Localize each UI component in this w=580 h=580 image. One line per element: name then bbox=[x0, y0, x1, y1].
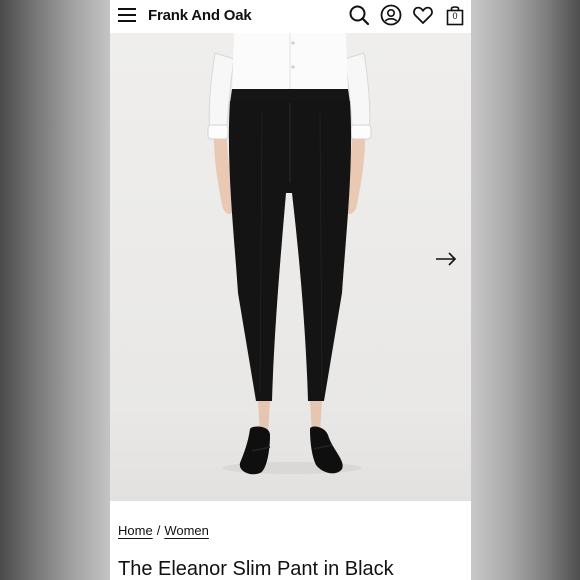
product-image bbox=[110, 33, 471, 501]
bag-count: 0 bbox=[452, 11, 458, 21]
site-header: Frank And Oak 0 bbox=[110, 0, 471, 33]
breadcrumb-home-link[interactable]: Home bbox=[118, 523, 153, 538]
search-icon[interactable] bbox=[348, 4, 370, 26]
blurred-background-right bbox=[471, 0, 580, 580]
menu-icon[interactable] bbox=[118, 7, 136, 23]
heart-icon[interactable] bbox=[412, 4, 434, 26]
breadcrumb-women-link[interactable]: Women bbox=[164, 523, 209, 538]
product-title: The Eleanor Slim Pant in Black bbox=[118, 558, 394, 580]
product-page: Frank And Oak 0 Home / Women The Eleanor… bbox=[110, 0, 471, 580]
breadcrumb-separator: / bbox=[156, 523, 161, 538]
blurred-background-left bbox=[0, 0, 110, 580]
account-icon[interactable] bbox=[380, 4, 402, 26]
breadcrumb: Home / Women bbox=[118, 523, 209, 538]
model-illustration bbox=[207, 33, 372, 475]
brand-logo[interactable]: Frank And Oak bbox=[148, 7, 252, 24]
bag-icon[interactable]: 0 bbox=[444, 4, 466, 26]
arrow-right-icon[interactable] bbox=[435, 251, 457, 267]
